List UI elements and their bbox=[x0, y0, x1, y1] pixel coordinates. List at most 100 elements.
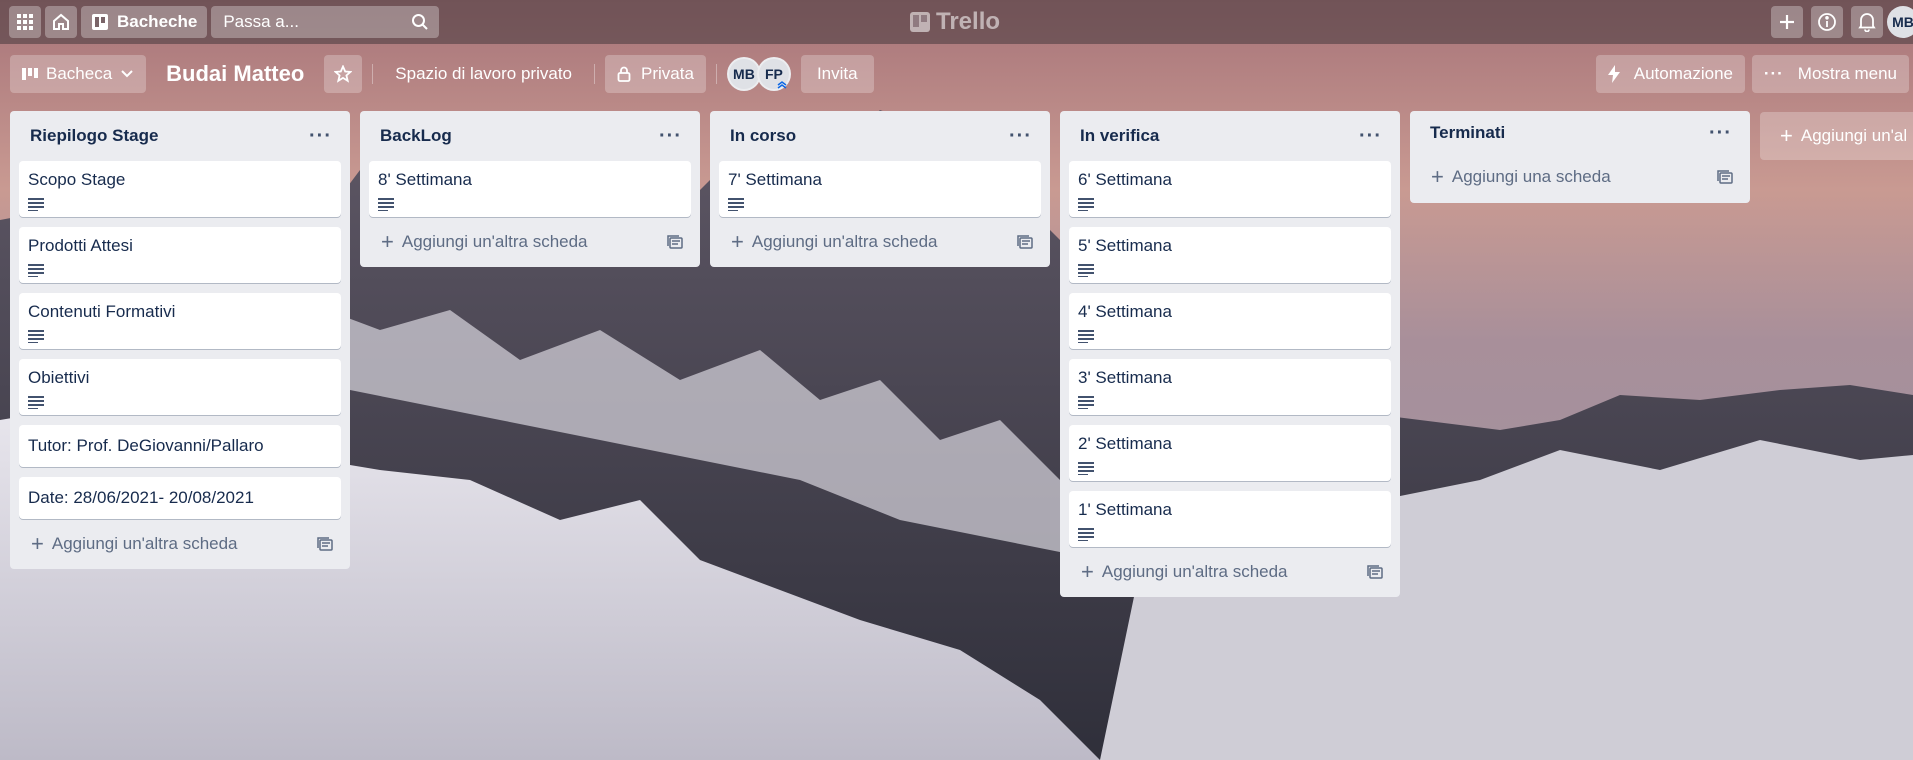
notifications-button[interactable] bbox=[1851, 6, 1883, 38]
divider bbox=[594, 64, 596, 84]
list-title[interactable]: Riepilogo Stage bbox=[30, 126, 158, 146]
description-icon bbox=[28, 330, 44, 343]
apps-menu-button[interactable] bbox=[9, 6, 41, 38]
list-menu-icon[interactable]: ··· bbox=[309, 126, 332, 146]
add-list-button[interactable]: + Aggiungi un'al bbox=[1760, 112, 1913, 160]
description-icon bbox=[28, 264, 44, 277]
member-initials: MB bbox=[733, 66, 755, 82]
card-title: Date: 28/06/2021- 20/08/2021 bbox=[28, 488, 254, 507]
list-menu-icon[interactable]: ··· bbox=[1009, 126, 1032, 146]
card[interactable]: 8' Settimana bbox=[369, 161, 691, 217]
card-title: 1' Settimana bbox=[1078, 500, 1172, 519]
show-menu-button[interactable]: ··· Mostra menu bbox=[1751, 55, 1909, 93]
chevron-down-icon bbox=[121, 70, 133, 78]
lightning-icon bbox=[1607, 65, 1620, 83]
board-header: Bacheca Budai Matteo Spazio di lavoro pr… bbox=[0, 44, 1913, 104]
list-menu-icon[interactable]: ··· bbox=[659, 126, 682, 146]
card-title: 2' Settimana bbox=[1078, 434, 1172, 453]
list-title[interactable]: In verifica bbox=[1080, 126, 1159, 146]
board-title[interactable]: Budai Matteo bbox=[166, 61, 304, 87]
add-card-button[interactable]: + Aggiungi un'altra scheda bbox=[731, 231, 938, 253]
list-riepilogo-stage: Riepilogo Stage ··· Scopo Stage Prodotti… bbox=[10, 111, 350, 569]
visibility-button[interactable]: Privata bbox=[605, 55, 706, 93]
list-header: BackLog ··· bbox=[369, 111, 691, 161]
add-card-button[interactable]: + Aggiungi una scheda bbox=[1431, 164, 1611, 189]
add-card-row: + Aggiungi un'altra scheda bbox=[19, 519, 341, 569]
member-avatar[interactable]: MB bbox=[726, 57, 761, 91]
home-button[interactable] bbox=[45, 6, 77, 38]
header-actions: MB bbox=[1767, 6, 1913, 38]
list-in-verifica: In verifica ··· 6' Settimana 5' Settiman… bbox=[1060, 111, 1400, 597]
card[interactable]: 5' Settimana bbox=[1069, 227, 1391, 283]
search-box[interactable] bbox=[211, 6, 440, 38]
add-card-button[interactable]: + Aggiungi un'altra scheda bbox=[31, 531, 238, 556]
card[interactable]: Prodotti Attesi bbox=[19, 227, 341, 283]
invite-button[interactable]: Invita bbox=[800, 55, 874, 93]
card[interactable]: 7' Settimana bbox=[719, 161, 1041, 217]
member-avatar[interactable]: FP bbox=[756, 57, 791, 91]
add-card-button[interactable]: + Aggiungi un'altra scheda bbox=[1081, 559, 1288, 584]
plus-icon: + bbox=[1431, 164, 1444, 189]
card[interactable]: Obiettivi bbox=[19, 359, 341, 415]
list-title[interactable]: Terminati bbox=[1430, 123, 1505, 143]
add-card-label: Aggiungi un'altra scheda bbox=[751, 232, 938, 251]
create-button[interactable] bbox=[1771, 6, 1803, 38]
list-terminati: Terminati ··· + Aggiungi una scheda bbox=[1410, 111, 1750, 203]
template-icon[interactable] bbox=[1717, 170, 1733, 184]
template-icon[interactable] bbox=[1017, 235, 1033, 249]
user-avatar[interactable]: MB bbox=[1887, 6, 1913, 38]
list-backlog: BackLog ··· 8' Settimana + Aggiungi un'a… bbox=[360, 111, 700, 267]
trello-logo-icon bbox=[910, 12, 930, 32]
card-title: Contenuti Formativi bbox=[28, 302, 176, 321]
list-header: In corso ··· bbox=[719, 111, 1041, 161]
card[interactable]: 1' Settimana bbox=[1069, 491, 1391, 547]
card[interactable]: 2' Settimana bbox=[1069, 425, 1391, 481]
description-icon bbox=[728, 198, 744, 211]
card-title: 4' Settimana bbox=[1078, 302, 1172, 321]
card[interactable]: 3' Settimana bbox=[1069, 359, 1391, 415]
board-view-label: Bacheca bbox=[46, 64, 113, 83]
plus-icon bbox=[1780, 15, 1794, 29]
list-in-corso: In corso ··· 7' Settimana + Aggiungi un'… bbox=[710, 111, 1050, 267]
list-title[interactable]: In corso bbox=[730, 126, 796, 146]
description-icon bbox=[1078, 396, 1094, 409]
card[interactable]: 6' Settimana bbox=[1069, 161, 1391, 217]
template-icon[interactable] bbox=[1367, 565, 1383, 579]
description-icon bbox=[1078, 264, 1094, 277]
plus-icon: + bbox=[1081, 559, 1094, 584]
add-card-label: Aggiungi un'altra scheda bbox=[401, 232, 588, 251]
card[interactable]: Scopo Stage bbox=[19, 161, 341, 217]
list-menu-icon[interactable]: ··· bbox=[1709, 123, 1732, 143]
card-title: Obiettivi bbox=[28, 368, 90, 387]
add-card-row: + Aggiungi un'altra scheda bbox=[1069, 547, 1391, 597]
template-icon[interactable] bbox=[667, 235, 683, 249]
description-icon bbox=[1078, 330, 1094, 343]
search-input[interactable] bbox=[221, 11, 396, 33]
card[interactable]: Date: 28/06/2021- 20/08/2021 bbox=[19, 477, 341, 519]
boards-button[interactable]: Bacheche bbox=[81, 6, 208, 38]
card[interactable]: Tutor: Prof. DeGiovanni/Pallaro bbox=[19, 425, 341, 467]
trello-logo[interactable]: Trello bbox=[910, 8, 1000, 36]
list-title[interactable]: BackLog bbox=[380, 126, 452, 146]
card-title: 5' Settimana bbox=[1078, 236, 1172, 255]
automation-button[interactable]: Automazione bbox=[1595, 55, 1745, 93]
admin-badge-icon bbox=[777, 81, 787, 89]
card-title: 8' Settimana bbox=[378, 170, 472, 189]
divider bbox=[715, 64, 717, 84]
plus-icon: + bbox=[381, 229, 394, 254]
plus-icon: + bbox=[31, 531, 44, 556]
star-board-button[interactable] bbox=[324, 55, 363, 93]
workspace-button[interactable]: Spazio di lavoro privato bbox=[383, 55, 584, 93]
info-button[interactable] bbox=[1811, 6, 1843, 38]
card[interactable]: Contenuti Formativi bbox=[19, 293, 341, 349]
list-menu-icon[interactable]: ··· bbox=[1359, 126, 1382, 146]
add-card-label: Aggiungi un'altra scheda bbox=[51, 534, 238, 553]
card[interactable]: 4' Settimana bbox=[1069, 293, 1391, 349]
add-card-label: Aggiungi un'altra scheda bbox=[1101, 562, 1288, 581]
add-card-button[interactable]: + Aggiungi un'altra scheda bbox=[381, 229, 588, 254]
board-view-switcher[interactable]: Bacheca bbox=[10, 55, 147, 93]
list-header: Riepilogo Stage ··· bbox=[19, 111, 341, 161]
template-icon[interactable] bbox=[317, 537, 333, 551]
add-card-row: + Aggiungi un'altra scheda bbox=[369, 217, 691, 267]
info-icon bbox=[1818, 13, 1836, 31]
